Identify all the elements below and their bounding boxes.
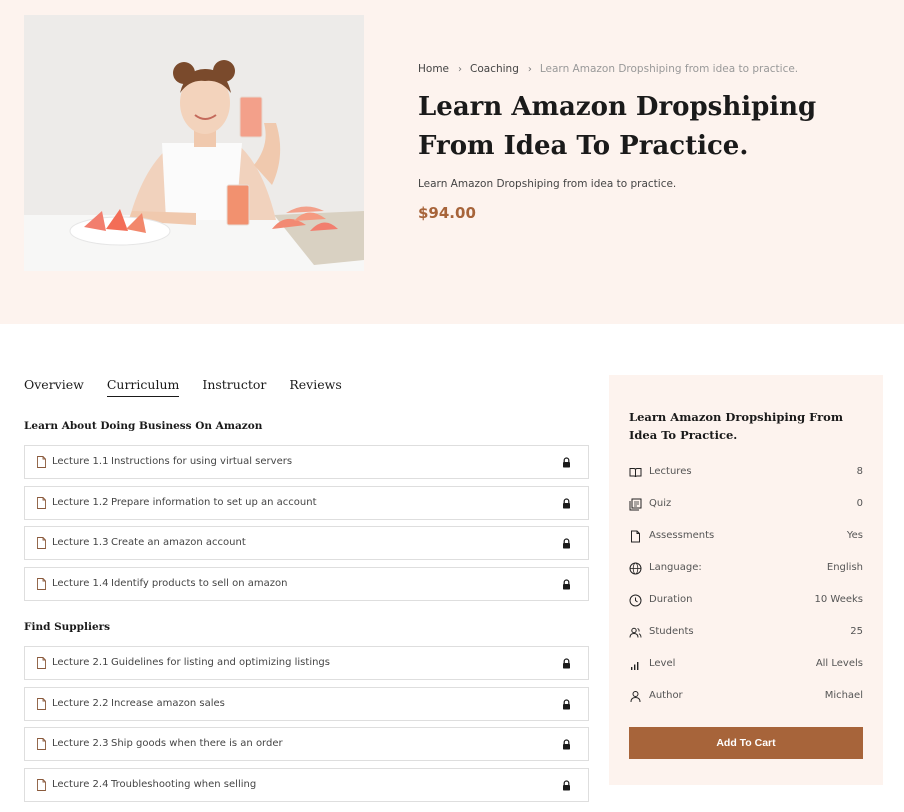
section-title: Find Suppliers bbox=[24, 621, 111, 633]
lecture-name: Prepare information to set up an account bbox=[111, 497, 317, 508]
lecture-item[interactable]: Lecture 2.2 Increase amazon sales bbox=[24, 687, 589, 721]
lock-icon bbox=[563, 579, 570, 590]
section-title: Learn About Doing Business On Amazon bbox=[24, 420, 263, 432]
lecture-name: Instructions for using virtual servers bbox=[111, 456, 293, 467]
document-icon bbox=[37, 779, 46, 791]
lecture-name: Identify products to sell on amazon bbox=[111, 578, 288, 589]
lecture-item[interactable]: Lecture 1.4 Identify products to sell on… bbox=[24, 567, 589, 601]
lock-icon bbox=[563, 457, 570, 468]
lecture-name: Increase amazon sales bbox=[111, 698, 225, 709]
lecture-item[interactable]: Lecture 2.4 Troubleshooting when selling bbox=[24, 768, 589, 802]
info-row-level: Level All Levels bbox=[629, 658, 863, 672]
lock-icon bbox=[563, 658, 570, 669]
info-value: Yes bbox=[846, 530, 863, 541]
breadcrumb-home[interactable]: Home bbox=[418, 63, 449, 75]
info-label: Duration bbox=[649, 594, 693, 605]
lecture-name: Create an amazon account bbox=[111, 537, 246, 548]
course-info-sidebar: Learn Amazon Dropshiping From Idea To Pr… bbox=[609, 375, 883, 785]
info-value: 0 bbox=[856, 498, 863, 509]
lock-icon bbox=[563, 739, 570, 750]
clock-icon bbox=[629, 594, 642, 607]
lecture-item[interactable]: Lecture 2.3 Ship goods when there is an … bbox=[24, 727, 589, 761]
signal-icon bbox=[631, 662, 639, 670]
info-label: Level bbox=[649, 658, 676, 669]
document-icon bbox=[37, 698, 46, 710]
info-value: English bbox=[826, 562, 863, 573]
user-icon bbox=[630, 691, 641, 703]
lecture-item[interactable]: Lecture 1.2 Prepare information to set u… bbox=[24, 486, 589, 520]
document-icon bbox=[37, 456, 46, 468]
info-value: 8 bbox=[856, 466, 863, 477]
info-row-lectures: Lectures 8 bbox=[629, 466, 863, 480]
breadcrumb-current: Learn Amazon Dropshiping from idea to pr… bbox=[539, 63, 799, 75]
lecture-item[interactable]: Lecture 1.3 Create an amazon account bbox=[24, 526, 589, 560]
document-icon bbox=[37, 657, 46, 669]
chevron-right-icon: › bbox=[527, 64, 532, 75]
lock-icon bbox=[563, 498, 570, 509]
tab-reviews[interactable]: Reviews bbox=[289, 377, 341, 396]
info-label: Quiz bbox=[649, 498, 672, 509]
info-value: Michael bbox=[824, 690, 863, 701]
tab-instructor[interactable]: Instructor bbox=[202, 377, 266, 396]
info-value: 25 bbox=[850, 626, 863, 637]
users-icon bbox=[629, 627, 642, 638]
info-value: All Levels bbox=[815, 658, 863, 669]
info-label: Students bbox=[649, 626, 694, 637]
info-row-duration: Duration 10 Weeks bbox=[629, 594, 863, 608]
info-row-assessments: Assessments Yes bbox=[629, 530, 863, 544]
lecture-number: Lecture 1.2 bbox=[52, 497, 109, 508]
lecture-number: Lecture 1.1 bbox=[52, 456, 109, 467]
add-to-cart-button[interactable]: Add To Cart bbox=[629, 727, 863, 759]
info-row-language: Language: English bbox=[629, 562, 863, 576]
course-image bbox=[24, 15, 364, 271]
course-price: $94.00 bbox=[418, 204, 476, 222]
info-row-students: Students 25 bbox=[629, 626, 863, 640]
document-icon bbox=[37, 738, 46, 750]
document-icon bbox=[37, 497, 46, 509]
lecture-number: Lecture 2.2 bbox=[52, 698, 109, 709]
tab-curriculum[interactable]: Curriculum bbox=[106, 377, 180, 397]
lock-icon bbox=[563, 780, 570, 791]
lecture-item[interactable]: Lecture 2.1 Guidelines for listing and o… bbox=[24, 646, 589, 680]
info-row-quiz: Quiz 0 bbox=[629, 498, 863, 512]
breadcrumb: Home › Coaching › Learn Amazon Dropshiping f… bbox=[418, 63, 798, 75]
lecture-number: Lecture 2.1 bbox=[52, 657, 109, 668]
lecture-number: Lecture 2.4 bbox=[52, 779, 109, 790]
book-icon bbox=[629, 468, 642, 478]
lecture-name: Guidelines for listing and optimizing li… bbox=[111, 657, 330, 668]
info-label: Lectures bbox=[649, 466, 692, 477]
lecture-name: Troubleshooting when selling bbox=[111, 779, 257, 790]
course-tabs: Overview Curriculum Instructor Reviews bbox=[24, 374, 365, 397]
lecture-item[interactable]: Lecture 1.1 Instructions for using virtu… bbox=[24, 445, 589, 479]
lecture-number: Lecture 1.4 bbox=[52, 578, 109, 589]
lecture-number: Lecture 2.3 bbox=[52, 738, 109, 749]
lock-icon bbox=[563, 538, 570, 549]
file-icon bbox=[631, 530, 640, 543]
document-icon bbox=[37, 578, 46, 590]
lecture-number: Lecture 1.3 bbox=[52, 537, 109, 548]
document-icon bbox=[37, 537, 46, 549]
course-subtitle: Learn Amazon Dropshiping from idea to pr… bbox=[418, 178, 677, 190]
info-value: 10 Weeks bbox=[814, 594, 863, 605]
info-label: Assessments bbox=[649, 530, 715, 541]
course-photo-illustration bbox=[24, 15, 364, 271]
page-title: Learn Amazon Dropshiping From Idea To Pr… bbox=[418, 92, 817, 161]
breadcrumb-category[interactable]: Coaching bbox=[470, 63, 519, 75]
lecture-name: Ship goods when there is an order bbox=[111, 738, 283, 749]
info-label: Language: bbox=[649, 562, 702, 573]
info-row-author: Author Michael bbox=[629, 690, 863, 704]
sidebar-title: Learn Amazon Dropshiping From Idea To Pr… bbox=[629, 410, 844, 442]
quiz-icon bbox=[629, 498, 642, 511]
tab-overview[interactable]: Overview bbox=[24, 377, 84, 396]
globe-icon bbox=[629, 562, 642, 575]
lock-icon bbox=[563, 699, 570, 710]
hero-banner: Home › Coaching › Learn Amazon Dropshiping f… bbox=[0, 0, 904, 324]
chevron-right-icon: › bbox=[458, 64, 463, 75]
info-label: Author bbox=[649, 690, 683, 701]
